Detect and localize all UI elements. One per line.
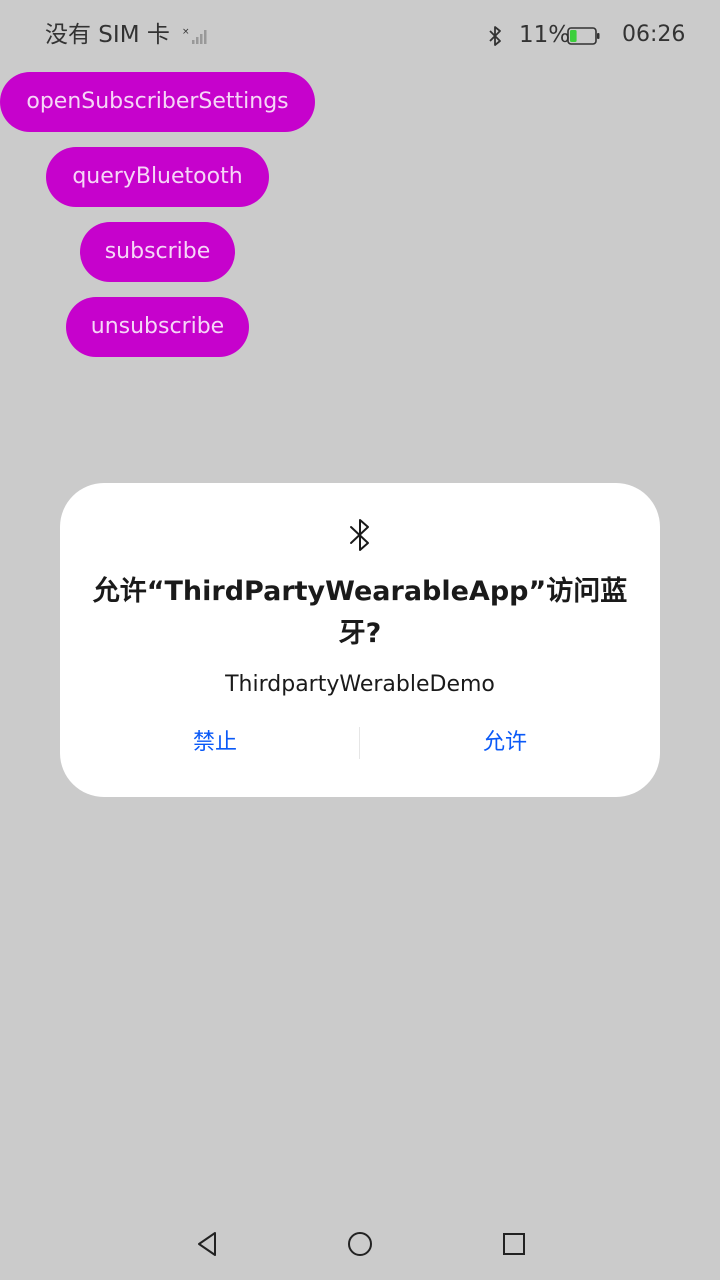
query-bluetooth-button[interactable]: queryBluetooth	[46, 147, 269, 207]
clock: 06:26	[622, 22, 686, 47]
battery-percent: 11%	[519, 22, 571, 48]
open-subscriber-settings-button[interactable]: openSubscriberSettings	[0, 72, 315, 132]
home-icon[interactable]	[346, 1230, 374, 1258]
dialog-title: 允许“ThirdPartyWearableApp”访问蓝牙?	[92, 576, 628, 649]
dialog-message: ThirdpartyWerableDemo	[225, 672, 495, 697]
battery-icon	[567, 27, 600, 45]
signal-icon: ×	[182, 27, 207, 44]
recents-icon[interactable]	[502, 1231, 526, 1257]
navigation-bar	[0, 1216, 720, 1280]
carrier-label: 没有 SIM 卡	[45, 22, 170, 48]
unsubscribe-button[interactable]: unsubscribe	[66, 297, 249, 357]
bluetooth-icon	[350, 519, 369, 551]
dialog-actions: 禁止 允许	[60, 721, 660, 765]
status-bar: 没有 SIM 卡 × 11% 06:26	[0, 0, 720, 72]
deny-button[interactable]: 禁止	[70, 721, 360, 765]
allow-button[interactable]: 允许	[360, 721, 650, 765]
subscribe-button[interactable]: subscribe	[80, 222, 235, 282]
bluetooth-status-icon	[489, 26, 501, 46]
svg-text:×: ×	[182, 27, 190, 37]
bluetooth-permission-dialog: 允许“ThirdPartyWearableApp”访问蓝牙? Thirdpart…	[60, 483, 660, 797]
back-icon[interactable]	[195, 1230, 219, 1258]
